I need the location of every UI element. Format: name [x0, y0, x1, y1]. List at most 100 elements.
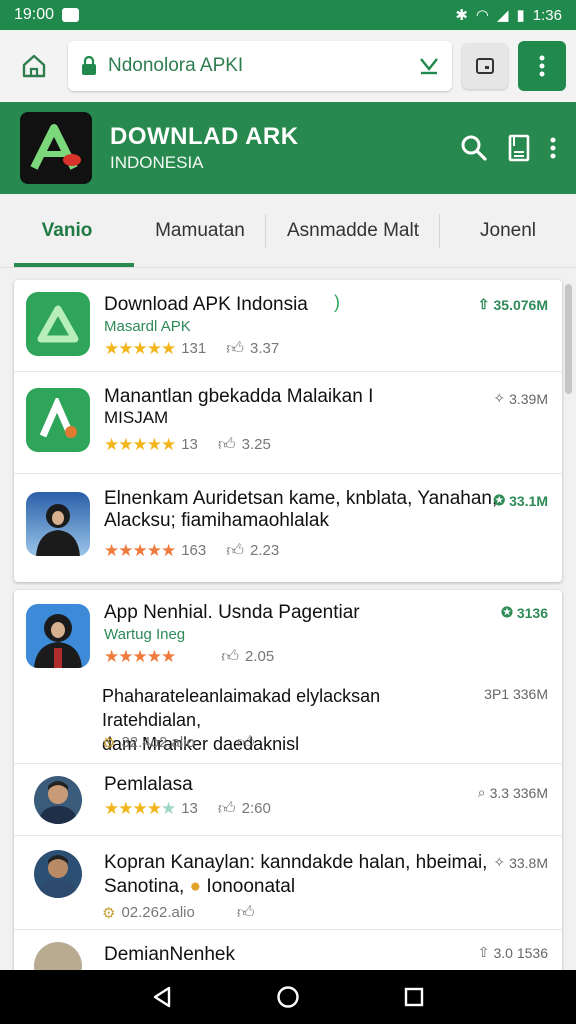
app-title: DOWNLAD ARK — [110, 123, 299, 150]
pin-icon: ✧ — [493, 854, 506, 870]
size-text: 35.076M — [493, 296, 548, 313]
tab-vanio[interactable]: Vanio — [0, 194, 134, 267]
app-name-line2: MISJAM — [104, 408, 169, 427]
more-vert-icon[interactable] — [550, 137, 556, 159]
thumbs-up-icon: 👍︎ — [236, 903, 255, 922]
thumbs-up-icon: 👍︎ — [217, 799, 236, 818]
system-navbar — [0, 970, 576, 1024]
apk-logo-icon — [30, 124, 81, 170]
thumbs-up-icon: 👍︎ — [221, 647, 239, 666]
rating-count: 13 — [181, 800, 198, 817]
rating-stars: ★★★★★ — [104, 434, 176, 454]
star-icon: ✪ — [501, 604, 513, 620]
list-item[interactable]: Manantlan gbekadda Malaikan I MISJAM ★★★… — [14, 372, 562, 474]
browser-menu-button[interactable] — [518, 41, 566, 91]
app-name: App Nenhial. Usnda Pagentiar — [104, 602, 360, 623]
eye-icon: ⚙ — [102, 734, 116, 752]
person-icon — [36, 504, 80, 556]
eye-icon: ⚙ — [102, 904, 116, 922]
tabs-button[interactable] — [462, 43, 508, 89]
app-list-card: App Nenhial. Usnda Pagentiar Wartug Ineg… — [14, 590, 562, 980]
app-name-line2: Alacksu; fiamihamaohlalak — [104, 510, 329, 531]
app-meta: ★★★★★ 13 👍︎ 2:60 — [104, 798, 271, 819]
tab-mamuatan[interactable]: Mamuatan — [134, 194, 266, 267]
list-item[interactable]: Pemlalasa ★★★★★ 13 👍︎ 2:60 ⌕ 3.3 336M — [14, 764, 562, 836]
list-item[interactable]: Download APK Indonsia ) Masardl APK ★★★★… — [14, 280, 562, 372]
app-subtitle: INDONESIA — [110, 153, 204, 172]
rating-stars: ★★★★★ — [104, 798, 176, 818]
address-bar[interactable]: Ndonolora APKI — [68, 41, 452, 91]
size-text: 3.3 336M — [489, 784, 548, 801]
coin-icon: ● — [189, 876, 202, 897]
search-icon[interactable] — [460, 134, 488, 162]
search-icon: ⌕ — [477, 784, 486, 800]
url-text: Ndonolora APKI — [108, 55, 244, 76]
app-name: Pemlalasa — [104, 774, 193, 795]
avatar — [34, 776, 82, 824]
thumbs-up-icon: 👍︎ — [226, 541, 244, 560]
app-icon — [26, 492, 90, 556]
rating-stars: ★★★★★ — [104, 540, 176, 560]
home-button[interactable] — [10, 42, 58, 90]
tab-jonenl[interactable]: Jonenl — [440, 194, 576, 267]
app-list-card: Download APK Indonsia ) Masardl APK ★★★★… — [14, 280, 562, 582]
status-time: 19:00 — [14, 6, 55, 23]
likes-count: 2:60 — [241, 800, 271, 817]
battery-icon: ▮ — [516, 7, 525, 24]
home-circle-icon[interactable] — [276, 985, 300, 1009]
download-size: ⌕ 3.3 336M — [478, 784, 548, 801]
bluetooth-icon: ✱ — [455, 7, 468, 24]
app-name: Manantlan gbekadda Malaikan I — [104, 386, 374, 407]
notification-icon — [62, 8, 80, 22]
app-name: Elnenkam Auridetsan kame, knblata, Yanah… — [104, 488, 498, 509]
bookmark-icon[interactable] — [508, 134, 530, 162]
lock-icon — [82, 56, 96, 75]
download-size: ⇧ 3.0 1536 — [478, 944, 548, 961]
list-item[interactable]: Elnenkam Auridetsan kame, knblata, Yanah… — [14, 474, 562, 582]
app-logo — [20, 112, 92, 184]
app-meta: ★★★★★ 13 👍︎ 3.25 — [104, 434, 271, 455]
views-meta: ⚙ 02.262.alio 👍︎ — [102, 902, 255, 923]
size-text: 3.39M — [509, 390, 548, 407]
title-part: Sanotina, — [104, 876, 185, 897]
avatar — [34, 850, 82, 898]
list-item[interactable]: App Nenhial. Usnda Pagentiar Wartug Ineg… — [14, 590, 562, 764]
rating-count: 13 — [181, 436, 198, 453]
size-text: 3.0 1536 — [493, 944, 549, 961]
download-size: ✪ 3136 — [501, 604, 548, 621]
download-size: ✧ 3.39M — [493, 390, 548, 407]
person-icon — [38, 855, 78, 898]
tab-label: Vanio — [41, 219, 93, 241]
more-vert-icon — [539, 55, 545, 77]
recents-icon[interactable] — [403, 986, 425, 1008]
back-icon[interactable] — [151, 985, 173, 1009]
thumbs-up-icon: 👍︎ — [217, 435, 236, 454]
tab-asnmadde[interactable]: Asnmadde Malt — [266, 194, 440, 267]
pin-icon: ✧ — [493, 390, 506, 406]
verified-icon: ) — [334, 292, 340, 312]
app-icon — [26, 292, 90, 356]
size-text: 33.1M — [509, 492, 548, 509]
app-developer: Masardl APK — [104, 318, 191, 335]
views-meta: ⚙ 32.4o2.alio 👍︎ — [102, 732, 255, 753]
wifi-icon: ◠ — [475, 7, 489, 24]
app-meta: ★★★★★ 163 👍︎ 2.23 — [104, 540, 279, 561]
thumbs-up-icon: ⇧ — [477, 944, 490, 960]
tab-label: Jonenl — [480, 219, 536, 241]
list-item[interactable]: Kopran Kanaylan: kanndakde halan, hbeima… — [14, 836, 562, 930]
likes-count: 3.25 — [241, 436, 271, 453]
scrollbar[interactable] — [565, 284, 572, 394]
person-icon — [38, 781, 78, 824]
tab-label: Mamuatan — [155, 219, 245, 241]
likes-count: 2.23 — [250, 542, 280, 559]
rating-count: 163 — [181, 542, 207, 559]
app-name: DemianNenhek — [104, 944, 235, 965]
app-meta: ★★★★★ 131 👍︎ 3.37 — [104, 338, 279, 359]
size-text: 33.8M — [509, 854, 548, 871]
description-size: 3P1 336M — [484, 686, 548, 702]
star-icon: ✪ — [493, 492, 506, 508]
thumbs-up-icon: ⇧ — [477, 296, 490, 312]
title-part: Ionoonatal — [206, 876, 296, 897]
views-count: 32.4o2.alio — [121, 734, 195, 751]
download-icon[interactable] — [418, 56, 440, 76]
